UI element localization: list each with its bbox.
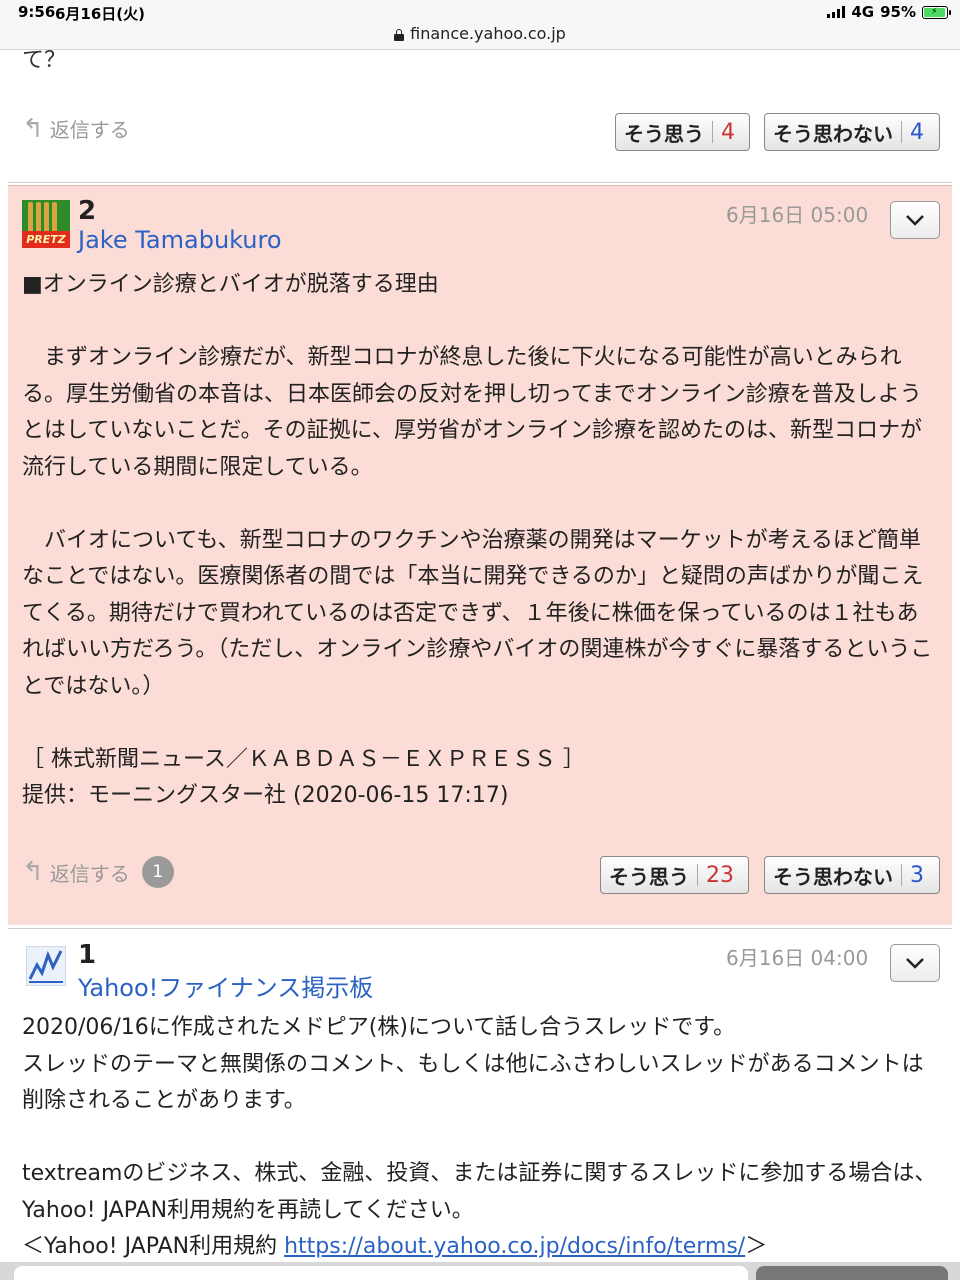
terms-prefix: ＜Yahoo! JAPAN利用規約 bbox=[22, 1234, 285, 1259]
reply-arrow-icon: ↰ bbox=[22, 857, 44, 887]
network-label: 4G bbox=[851, 3, 875, 21]
disagree-count: 4 bbox=[910, 119, 924, 145]
post-body-text: 2020/06/16に作成されたメドピア(株)について話し合うスレッドです。 ス… bbox=[22, 1015, 937, 1223]
post-date: 6月16日 04:00 bbox=[726, 946, 869, 970]
vote-divider bbox=[901, 121, 902, 143]
status-indicators: 4G 95% ⚡ bbox=[827, 3, 951, 21]
author-link[interactable]: Jake Tamabukuro bbox=[78, 226, 282, 254]
chart-avatar-icon[interactable] bbox=[26, 946, 66, 986]
post-menu-button[interactable] bbox=[890, 944, 940, 982]
post-menu-button[interactable] bbox=[890, 201, 940, 239]
agree-button[interactable]: そう思う 23 bbox=[600, 856, 749, 894]
status-date: 6月16日(火) bbox=[55, 5, 146, 23]
agree-button[interactable]: そう思う 4 bbox=[615, 113, 750, 151]
submit-button[interactable] bbox=[756, 1266, 948, 1280]
avatar-logo-text: PRETZ bbox=[22, 231, 70, 248]
agree-label: そう思う bbox=[624, 121, 704, 146]
post-body: 2020/06/16に作成されたメドピア(株)について話し合うスレッドです。 ス… bbox=[22, 1010, 940, 1266]
battery-label: 95% bbox=[880, 3, 916, 21]
post-divider bbox=[8, 182, 952, 183]
reply-input[interactable] bbox=[14, 1266, 748, 1280]
vote-divider bbox=[901, 864, 902, 886]
avatar[interactable]: PRETZ bbox=[22, 200, 70, 248]
agree-label: そう思う bbox=[609, 864, 689, 889]
previous-post-text: て？ bbox=[22, 48, 67, 73]
vote-divider bbox=[712, 121, 713, 143]
agree-count: 4 bbox=[721, 119, 735, 145]
chevron-down-icon bbox=[906, 215, 924, 226]
reply-count-badge: 1 bbox=[141, 856, 174, 888]
battery-icon: ⚡ bbox=[922, 5, 951, 19]
reply-button[interactable]: ↰ 返信する bbox=[22, 114, 130, 143]
post-number: 1 bbox=[78, 940, 97, 970]
disagree-button[interactable]: そう思わない 4 bbox=[764, 113, 940, 151]
url-bar[interactable]: finance.yahoo.co.jp bbox=[0, 24, 960, 43]
disagree-count: 3 bbox=[910, 862, 924, 888]
signal-icon bbox=[827, 6, 846, 18]
terms-suffix: ＞ bbox=[745, 1234, 768, 1259]
reply-label: 返信する bbox=[49, 118, 130, 142]
status-time: 9:56 bbox=[18, 3, 56, 21]
reply-button[interactable]: ↰ 返信する 1 bbox=[22, 856, 174, 888]
reply-label: 返信する bbox=[49, 861, 130, 886]
line-chart-icon bbox=[27, 947, 65, 985]
lock-icon bbox=[394, 29, 405, 41]
chevron-down-icon bbox=[906, 958, 924, 969]
author-link[interactable]: Yahoo!ファイナンス掲示板 bbox=[78, 968, 373, 1003]
disagree-label: そう思わない bbox=[773, 121, 893, 146]
disagree-label: そう思わない bbox=[773, 864, 893, 889]
vote-divider bbox=[697, 864, 698, 886]
post-date: 6月16日 05:00 bbox=[726, 203, 869, 227]
reply-arrow-icon: ↰ bbox=[22, 113, 44, 144]
status-bar: 9:56 6月16日(火) 4G 95% ⚡ finance.yahoo.co.… bbox=[0, 0, 960, 50]
url-text: finance.yahoo.co.jp bbox=[410, 24, 566, 43]
terms-link[interactable]: https://about.yahoo.co.jp/docs/info/term… bbox=[284, 1234, 745, 1259]
disagree-button[interactable]: そう思わない 3 bbox=[764, 856, 940, 894]
post-body: ■オンライン診療とバイオが脱落する理由 まずオンライン診療だが、新型コロナが終息… bbox=[22, 272, 933, 808]
post-number: 2 bbox=[78, 196, 97, 226]
agree-count: 23 bbox=[706, 862, 734, 888]
